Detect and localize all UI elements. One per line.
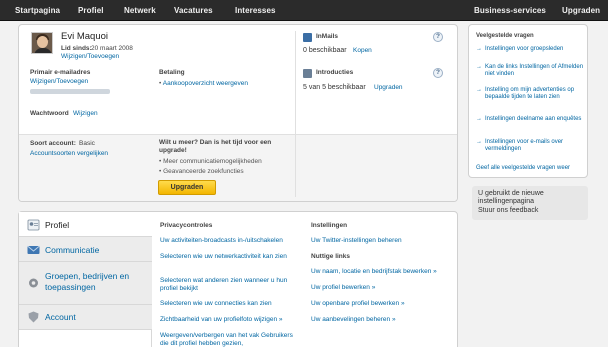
settings-tabs: Profiel Communicatie Groepen, bedrijven … bbox=[19, 212, 152, 347]
billing-history-link[interactable]: Aankoopoverzicht weergeven bbox=[159, 80, 248, 87]
arrow-right-icon: → bbox=[476, 116, 482, 122]
gear-icon bbox=[29, 278, 38, 288]
tab-communication[interactable]: Communicatie bbox=[19, 237, 152, 262]
nav-business-services[interactable]: Business-services bbox=[474, 0, 546, 21]
password-title: Wachtwoord bbox=[30, 110, 69, 117]
upgrade-button[interactable]: Upgraden bbox=[158, 180, 216, 195]
vertical-divider bbox=[295, 31, 296, 197]
nav-interests[interactable]: Interesses bbox=[235, 0, 276, 21]
tab-account[interactable]: Account bbox=[19, 305, 152, 330]
arrow-right-icon: → bbox=[476, 46, 482, 52]
upgrade-pitch: Wilt u meer? Dan is het tijd voor een up… bbox=[159, 139, 272, 154]
settings-title: Instellingen bbox=[311, 222, 348, 229]
faq-title: Veelgestelde vragen bbox=[476, 33, 534, 39]
shield-icon bbox=[28, 311, 39, 323]
help-icon[interactable]: ? bbox=[433, 32, 443, 42]
useful-link[interactable]: Uw aanbevelingen beheren » bbox=[311, 316, 396, 324]
faq-link[interactable]: → Instellingen deelname aan enquêtes bbox=[476, 116, 584, 123]
arrow-right-icon: → bbox=[476, 64, 482, 70]
profile-icon bbox=[27, 219, 40, 231]
inmails-value: 0 beschikbaar bbox=[303, 47, 347, 54]
email-address-redacted bbox=[30, 89, 110, 94]
compare-accounts-link[interactable]: Accountsoorten vergelijken bbox=[30, 150, 108, 157]
benefit-item: Geavanceerde zoekfuncties bbox=[159, 168, 244, 175]
faq-link[interactable]: → Instellingen voor e-mails over vermeldi… bbox=[476, 139, 584, 153]
tab-groups-companies-apps[interactable]: Groepen, bedrijven en toepassingen bbox=[19, 262, 152, 305]
introductions-value: 5 van 5 beschikbaar bbox=[303, 84, 366, 91]
all-faq-link[interactable]: Geef alle veelgestelde vragen weer bbox=[476, 165, 570, 171]
inmail-icon bbox=[303, 33, 312, 42]
faq-link[interactable]: → Instelling om mijn advertenties op bepa… bbox=[476, 87, 584, 101]
feedback-text: U gebruikt de nieuwe instellingenpagina bbox=[478, 190, 544, 205]
envelope-icon bbox=[27, 245, 40, 254]
introductions-title: Introducties bbox=[316, 69, 354, 76]
password-change-link[interactable]: Wijzigen bbox=[73, 110, 98, 117]
arrow-right-icon: → bbox=[476, 87, 482, 93]
useful-link[interactable]: Uw openbare profiel bewerken » bbox=[311, 300, 405, 308]
email-change-link[interactable]: Wijzigen/Toevoegen bbox=[30, 78, 88, 85]
tab-label: Account bbox=[45, 312, 76, 322]
useful-link[interactable]: Uw profiel bewerken » bbox=[311, 284, 375, 292]
nav-profile[interactable]: Profiel bbox=[78, 0, 104, 21]
privacy-link[interactable]: Weergeven/verbergen van het vak Gebruike… bbox=[160, 332, 302, 347]
tab-label: Groepen, bedrijven en toepassingen bbox=[45, 271, 130, 292]
help-icon[interactable]: ? bbox=[433, 68, 443, 78]
tab-label: Profiel bbox=[45, 220, 70, 230]
nav-jobs[interactable]: Vacatures bbox=[174, 0, 213, 21]
tab-profile[interactable]: Profiel bbox=[19, 212, 152, 237]
useful-links-title: Nuttige links bbox=[311, 253, 351, 260]
member-since-date: 20 maart 2008 bbox=[91, 45, 133, 52]
account-summary-card: Evi Maquoi Lid sinds: 20 maart 2008 Wijz… bbox=[18, 24, 458, 202]
privacy-title: Privacycontroles bbox=[160, 222, 213, 229]
avatar bbox=[31, 32, 53, 54]
tab-label: Communicatie bbox=[45, 245, 100, 255]
settings-card: Profiel Communicatie Groepen, bedrijven … bbox=[18, 211, 458, 347]
top-navigation-bar: Startpagina Profiel Netwerk Vacatures In… bbox=[0, 0, 608, 21]
primary-email-title: Primair e-mailadres bbox=[30, 69, 91, 76]
privacy-link[interactable]: Uw activiteiten-broadcasts in-/uitschake… bbox=[160, 237, 308, 245]
faq-panel: Veelgestelde vragen → Instellingen voor g… bbox=[468, 24, 588, 178]
inmails-title: InMails bbox=[316, 33, 339, 40]
nav-upgrade[interactable]: Upgraden bbox=[562, 0, 600, 21]
account-type-label: Soort account: bbox=[30, 140, 76, 147]
nav-network[interactable]: Netwerk bbox=[124, 0, 156, 21]
buy-inmails-link[interactable]: Kopen bbox=[353, 47, 372, 54]
useful-link[interactable]: Uw naam, locatie en bedrijfstak bewerken… bbox=[311, 268, 437, 276]
privacy-link[interactable]: Selecteren wie uw connecties kan zien bbox=[160, 300, 308, 308]
nav-home[interactable]: Startpagina bbox=[15, 0, 60, 21]
upgrade-introductions-link[interactable]: Upgraden bbox=[374, 84, 403, 91]
introductions-icon bbox=[303, 69, 312, 78]
account-type-value: Basic bbox=[79, 140, 95, 147]
benefit-item: Meer communicatiemogelijkheden bbox=[159, 158, 262, 165]
faq-link[interactable]: → Kan de links Instellingen of Afmelden n… bbox=[476, 64, 584, 78]
privacy-link[interactable]: Selecteren wat anderen zien wanneer u hu… bbox=[160, 277, 302, 293]
privacy-link[interactable]: Selecteren wie uw netwerkactiviteit kan … bbox=[160, 253, 298, 261]
change-photo-link[interactable]: Wijzigen/Toevoegen bbox=[61, 53, 119, 60]
feedback-box: U gebruikt de nieuwe instellingenpagina … bbox=[472, 186, 588, 220]
feedback-link[interactable]: Stuur ons feedback bbox=[478, 207, 538, 214]
arrow-right-icon: → bbox=[476, 139, 482, 145]
faq-link[interactable]: → Instellingen voor groepsleden bbox=[476, 46, 584, 53]
privacy-link[interactable]: Zichtbaarheid van uw profielfoto wijzige… bbox=[160, 316, 308, 324]
billing-title: Betaling bbox=[159, 69, 185, 76]
member-since-label: Lid sinds: bbox=[61, 45, 92, 52]
profile-name: Evi Maquoi bbox=[61, 31, 108, 42]
settings-link[interactable]: Uw Twitter-instellingen beheren bbox=[311, 237, 402, 245]
